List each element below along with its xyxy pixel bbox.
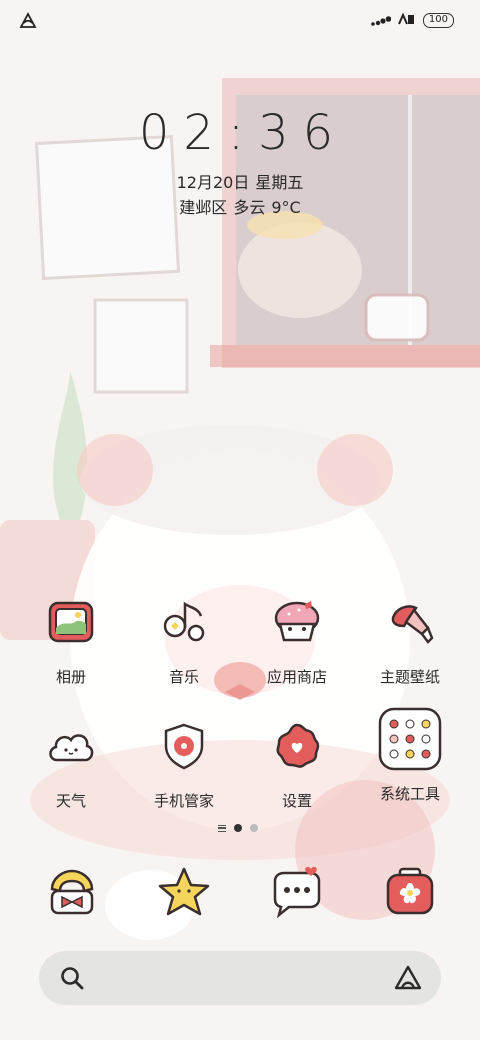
cloud-icon	[49, 734, 94, 762]
app-label: 系统工具	[379, 785, 440, 803]
dock-favorites[interactable]	[152, 861, 216, 925]
data-icon	[397, 11, 417, 30]
app-label: 手机管家	[153, 792, 214, 810]
dock-phone[interactable]	[40, 861, 104, 925]
date-line: 12月20日 星期五	[0, 169, 480, 193]
app-store[interactable]: 应用商店	[242, 596, 352, 687]
location-text: 建邺区	[179, 198, 228, 217]
app-label: 相册	[55, 668, 86, 686]
shield-icon	[164, 723, 204, 770]
app-music[interactable]: 音乐	[129, 596, 239, 687]
page-indicator[interactable]	[218, 824, 258, 832]
phone-icon	[50, 869, 94, 915]
lock-time: 02:36	[138, 105, 348, 161]
gear-flower-icon	[276, 723, 320, 768]
app-themes[interactable]: 主题壁纸	[355, 596, 465, 687]
temperature-text: 9°C	[271, 198, 301, 217]
menu-page-icon	[218, 824, 226, 832]
status-bar: 100	[0, 0, 480, 44]
page-dot	[250, 824, 258, 832]
app-label: 设置	[281, 792, 312, 810]
app-weather[interactable]: 天气	[16, 720, 126, 811]
app-label: 应用商店	[266, 668, 327, 686]
page-dot-active	[234, 824, 242, 832]
notification-app-icon	[18, 11, 38, 33]
weekday-text: 星期五	[255, 173, 304, 192]
app-label: 天气	[55, 792, 86, 810]
search-bar[interactable]	[39, 951, 441, 1005]
signal-icon	[371, 11, 392, 30]
app-gallery[interactable]: 相册	[16, 596, 126, 687]
star-icon	[158, 867, 210, 916]
dock-messages[interactable]	[265, 861, 329, 925]
app-settings[interactable]: 设置	[242, 720, 352, 811]
app-phone-manager[interactable]: 手机管家	[129, 720, 239, 811]
assistant-icon[interactable]	[393, 964, 423, 992]
app-store-cupcake-icon	[274, 601, 320, 642]
battery-indicator: 100	[422, 13, 454, 28]
dock-camera[interactable]	[378, 861, 442, 925]
search-icon[interactable]	[59, 965, 85, 991]
date-text: 12月20日	[176, 173, 250, 192]
photo-album-icon	[48, 601, 94, 643]
app-system-tools[interactable]: 系统工具	[355, 706, 465, 804]
weather-line[interactable]: 建邺区 多云 9°C	[0, 194, 480, 218]
folder-icon	[378, 707, 442, 771]
music-note-icon	[163, 601, 205, 642]
app-label: 音乐	[168, 668, 199, 686]
weather-text: 多云	[233, 198, 266, 217]
app-label: 主题壁纸	[379, 668, 440, 686]
chat-bubble-icon	[273, 866, 321, 919]
camera-icon	[386, 867, 434, 915]
paintbrush-icon	[391, 605, 434, 644]
